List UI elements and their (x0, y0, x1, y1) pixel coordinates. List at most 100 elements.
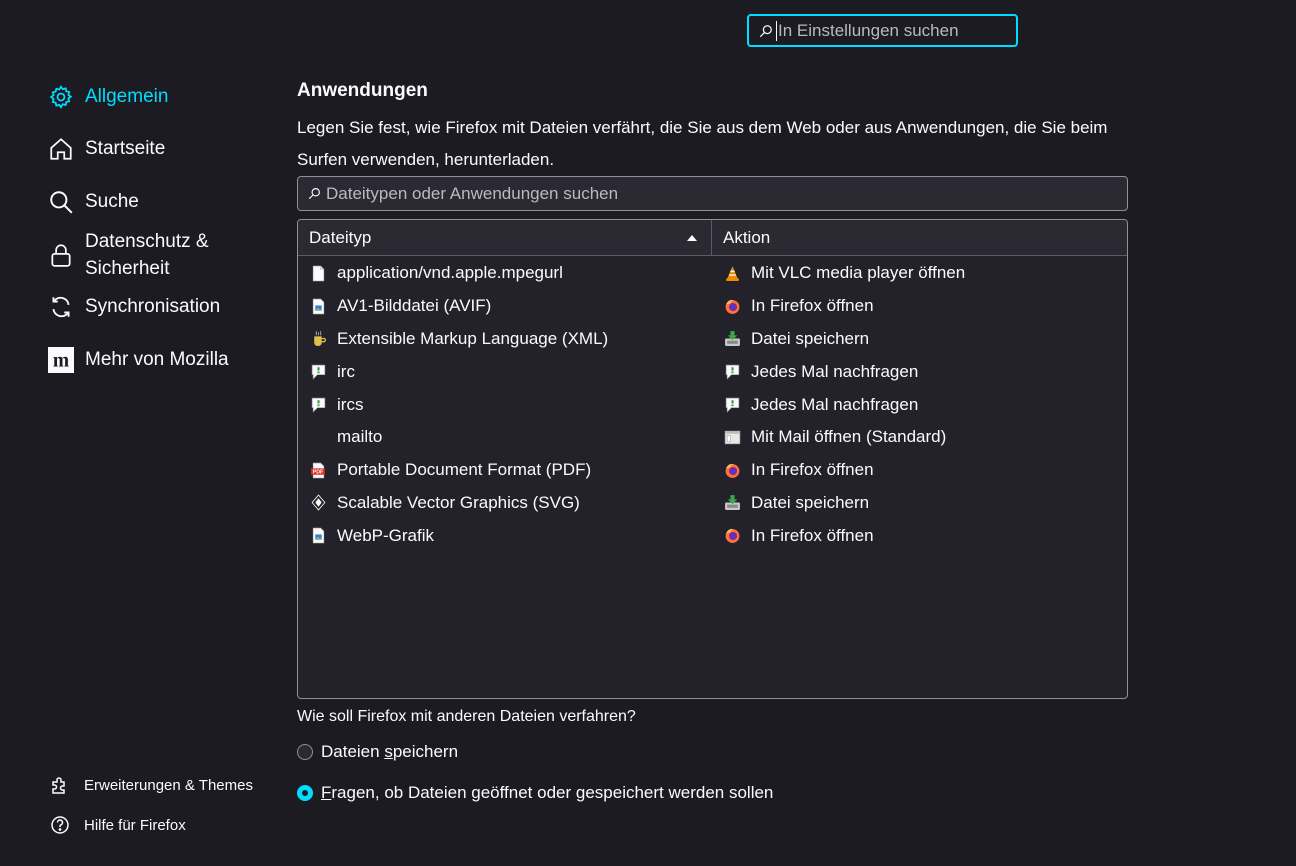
column-label: Aktion (723, 227, 771, 247)
sidebar-item-label: Datenschutz & (85, 231, 209, 252)
aktion-text: Jedes Mal nachfragen (751, 361, 919, 381)
image-file-icon (310, 527, 327, 544)
column-label: Dateityp (309, 227, 372, 247)
vlc-icon (724, 265, 741, 282)
aktion-text: Mit Mail öffnen (Standard) (751, 427, 947, 447)
cell-aktion[interactable]: Datei speichern (712, 493, 1127, 513)
sidebar-item-label: Allgemein (85, 86, 169, 107)
search-icon (759, 24, 772, 37)
cell-aktion[interactable]: Datei speichern (712, 329, 1127, 349)
cell-aktion[interactable]: Mit VLC media player öffnen (712, 263, 1127, 283)
sidebar-item-allgemein[interactable]: Allgemein (48, 84, 168, 110)
dateityp-text: Portable Document Format (PDF) (337, 460, 592, 480)
dateityp-text: irc (337, 361, 355, 381)
ask-icon (724, 396, 741, 413)
cell-aktion[interactable]: In Firefox öffnen (712, 526, 1127, 546)
settings-search-box[interactable] (747, 14, 1018, 47)
table-row[interactable]: ircs Jedes Mal nachfragen (298, 388, 1127, 421)
radio-save-files[interactable]: Dateien speichern (297, 742, 458, 762)
table-body: application/vnd.apple.mpegurl Mit VLC med… (298, 256, 1127, 552)
section-description: Legen Sie fest, wie Firefox mit Dateien … (297, 118, 1108, 169)
table-row[interactable]: AV1-Bilddatei (AVIF) In Firefox öffnen (298, 290, 1127, 323)
cell-dateityp: AV1-Bilddatei (AVIF) (298, 296, 712, 316)
table-row[interactable]: Scalable Vector Graphics (SVG) Datei spei… (298, 487, 1127, 520)
section-heading: Anwendungen (297, 80, 428, 101)
dateityp-text: WebP-Grafik (337, 525, 434, 545)
radio-label: Dateien speichern (321, 742, 459, 761)
svg-text:PDF: PDF (313, 469, 324, 475)
chat-icon (310, 396, 327, 413)
dateityp-text: mailto (337, 427, 383, 447)
cell-dateityp: application/vnd.apple.mpegurl (298, 263, 712, 283)
sidebar-item-label-line2: Sicherheit (85, 258, 170, 279)
sort-ascending-icon (687, 234, 697, 241)
xml-icon (310, 330, 327, 347)
other-files-question: Wie soll Firefox mit anderen Dateien ver… (297, 708, 636, 725)
firefox-icon (724, 462, 741, 479)
applications-table: Dateityp Aktion application/vnd.apple.mp… (297, 219, 1128, 699)
dateityp-text: AV1-Bilddatei (AVIF) (337, 296, 492, 316)
firefox-icon (724, 298, 741, 315)
sidebar-item-synchronisation[interactable]: Synchronisation (48, 294, 220, 320)
aktion-text: In Firefox öffnen (751, 525, 874, 545)
save-icon (724, 494, 741, 511)
mail-app-icon (724, 429, 741, 446)
footer-item-label: Hilfe für Firefox (84, 816, 186, 834)
sidebar-item-datenschutz[interactable]: Datenschutz & Sicherheit (48, 228, 209, 282)
file-icon (310, 265, 327, 282)
help-icon (51, 816, 69, 834)
cell-aktion[interactable]: Mit Mail öffnen (Standard) (712, 427, 1127, 447)
cell-aktion[interactable]: Jedes Mal nachfragen (712, 395, 1127, 415)
aktion-text: Jedes Mal nachfragen (751, 394, 919, 414)
cell-dateityp: ircs (298, 395, 712, 415)
sidebar-item-label: Startseite (85, 138, 166, 159)
table-header: Dateityp Aktion (298, 220, 1127, 256)
ask-icon (724, 363, 741, 380)
cell-dateityp: irc (298, 362, 712, 382)
column-header-aktion[interactable]: Aktion (712, 220, 1127, 255)
lock-icon (51, 244, 71, 267)
blank-icon (310, 429, 327, 446)
column-header-dateityp[interactable]: Dateityp (298, 220, 712, 255)
gear-icon (49, 85, 73, 109)
save-icon (724, 330, 741, 347)
table-row[interactable]: mailto Mit Mail öffnen (Standard) (298, 421, 1127, 454)
radio-button-selected[interactable] (297, 785, 313, 801)
sidebar-extensions-themes-link[interactable]: Erweiterungen & Themes (50, 775, 253, 795)
aktion-text: Datei speichern (751, 492, 870, 512)
sync-icon (52, 296, 70, 318)
radio-ask-open-or-save[interactable]: Fragen, ob Dateien geöffnet oder gespeic… (297, 783, 773, 803)
mozilla-icon: m (48, 347, 74, 373)
aktion-text: Mit VLC media player öffnen (751, 263, 966, 283)
dateityp-text: Scalable Vector Graphics (SVG) (337, 492, 580, 512)
cell-aktion[interactable]: In Firefox öffnen (712, 460, 1127, 480)
image-file-icon (310, 298, 327, 315)
sidebar-item-startseite[interactable]: Startseite (48, 136, 165, 162)
dateityp-text: application/vnd.apple.mpegurl (337, 263, 563, 283)
filter-box[interactable] (297, 176, 1128, 211)
table-row[interactable]: WebP-Grafik In Firefox öffnen (298, 519, 1127, 552)
cell-dateityp: PDF Portable Document Format (PDF) (298, 460, 712, 480)
dateityp-text: ircs (337, 394, 364, 414)
table-row[interactable]: PDF Portable Document Format (PDF) In Fire… (298, 454, 1127, 487)
sidebar-help-link[interactable]: Hilfe für Firefox (50, 815, 186, 835)
sidebar-item-label: Mehr von Mozilla (85, 349, 229, 370)
table-row[interactable]: irc Jedes Mal nachfragen (298, 355, 1127, 388)
chat-icon (310, 363, 327, 380)
filter-input[interactable] (326, 183, 1106, 204)
table-row[interactable]: application/vnd.apple.mpegurl Mit VLC med… (298, 257, 1127, 290)
sidebar-item-label: Synchronisation (85, 296, 221, 317)
radio-label: Fragen, ob Dateien geöffnet oder gespeic… (321, 783, 774, 802)
aktion-text: Datei speichern (751, 328, 870, 348)
cell-aktion[interactable]: In Firefox öffnen (712, 296, 1127, 316)
cell-dateityp: WebP-Grafik (298, 526, 712, 546)
cell-dateityp: Scalable Vector Graphics (SVG) (298, 493, 712, 513)
sidebar-item-mozilla[interactable]: m Mehr von Mozilla (48, 347, 229, 373)
cell-aktion[interactable]: Jedes Mal nachfragen (712, 362, 1127, 382)
sidebar-item-suche[interactable]: Suche (48, 189, 139, 215)
radio-button[interactable] (297, 744, 313, 760)
settings-search-input[interactable] (776, 20, 1008, 41)
pdf-icon: PDF (310, 462, 327, 479)
aktion-text: In Firefox öffnen (751, 460, 874, 480)
table-row[interactable]: Extensible Markup Language (XML) Datei sp… (298, 323, 1127, 356)
